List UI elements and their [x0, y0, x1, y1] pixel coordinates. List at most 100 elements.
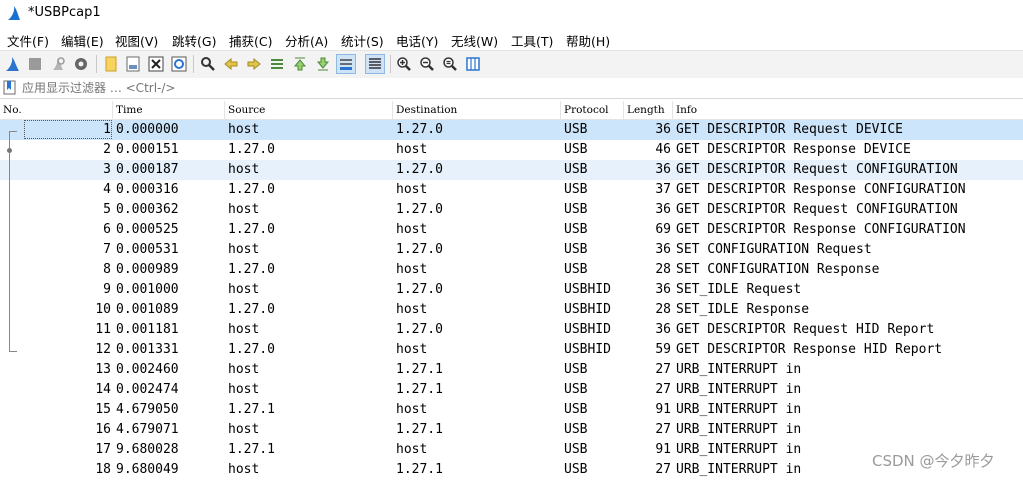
column-header-info[interactable]: Info: [673, 101, 1023, 119]
restart-icon: [53, 57, 65, 70]
column-header-destination[interactable]: Destination: [393, 101, 561, 119]
go-back-icon: [224, 57, 238, 71]
packet-length: 36: [655, 282, 671, 297]
resize-columns-icon: [466, 57, 480, 71]
colorize-button[interactable]: [365, 54, 385, 74]
menu-statistics[interactable]: 统计(S): [341, 31, 384, 50]
packet-number: 4: [103, 182, 111, 197]
restart-capture-button[interactable]: [48, 54, 68, 74]
packet-info: URB_INTERRUPT in: [676, 422, 802, 437]
packet-source: host: [228, 162, 260, 177]
menu-edit[interactable]: 编辑(E): [61, 31, 104, 50]
column-header-protocol[interactable]: Protocol: [561, 101, 624, 119]
packet-row[interactable]: 14 0.002474 host 1.27.1 USB 27 URB_INTERRUPT i…: [0, 380, 1023, 400]
packet-destination: 1.27.0: [396, 282, 443, 297]
packet-number: 9: [103, 282, 111, 297]
go-to-packet-button[interactable]: [267, 54, 287, 74]
go-first-icon: [293, 57, 307, 71]
menu-analyze[interactable]: 分析(A): [285, 31, 328, 50]
menu-view[interactable]: 视图(V): [115, 31, 158, 50]
packet-row[interactable]: 1 0.000000 host 1.27.0 USB 36 GET DESCRIPTOR R…: [0, 120, 1023, 140]
packet-row[interactable]: 3 0.000187 host 1.27.0 USB 36 GET DESCRIPTOR R…: [0, 160, 1023, 180]
packet-row[interactable]: 13 0.002460 host 1.27.1 USB 27 URB_INTERRUPT i…: [0, 360, 1023, 380]
packet-info: GET DESCRIPTOR Request HID Report: [676, 322, 935, 337]
packet-length: 36: [655, 122, 671, 137]
conversation-bracket: [9, 131, 10, 352]
packet-row[interactable]: 18 9.680049 host 1.27.1 USB 27 URB_INTERRUPT i…: [0, 460, 1023, 480]
packet-protocol: USB: [564, 362, 588, 377]
zoom-out-icon: [420, 57, 434, 71]
filter-bookmark-icon[interactable]: [3, 80, 16, 95]
menu-telephony[interactable]: 电话(Y): [396, 31, 438, 50]
stop-capture-button[interactable]: [25, 54, 45, 74]
window-title: *USBPcap1: [28, 5, 101, 20]
column-header-no[interactable]: No.: [0, 101, 113, 119]
zoom-normal-button[interactable]: [440, 54, 460, 74]
packet-source: host: [228, 322, 260, 337]
packet-protocol: USB: [564, 122, 588, 137]
packet-info: URB_INTERRUPT in: [676, 362, 802, 377]
packet-source: 1.27.1: [228, 442, 275, 457]
column-header-time[interactable]: Time: [113, 101, 225, 119]
start-capture-button[interactable]: [3, 54, 23, 74]
packet-row[interactable]: 7 0.000531 host 1.27.0 USB 36 SET CONFIGURATIO…: [0, 240, 1023, 260]
packet-row[interactable]: 12 0.001331 1.27.0 host USBHID 59 GET DESCRIPT…: [0, 340, 1023, 360]
packet-row[interactable]: 10 0.001089 1.27.0 host USBHID 28 SET_IDLE Res…: [0, 300, 1023, 320]
packet-row[interactable]: 5 0.000362 host 1.27.0 USB 36 GET DESCRIPTOR R…: [0, 200, 1023, 220]
close-file-button[interactable]: [146, 54, 166, 74]
menu-capture[interactable]: 捕获(C): [229, 31, 272, 50]
packet-row[interactable]: 2 0.000151 1.27.0 host USB 46 GET DESCRIPTOR R…: [0, 140, 1023, 160]
packet-source: host: [228, 242, 260, 257]
packet-destination: host: [396, 302, 428, 317]
open-file-button[interactable]: [101, 54, 121, 74]
go-forward-button[interactable]: [244, 54, 264, 74]
packet-row[interactable]: 16 4.679071 host 1.27.1 USB 27 URB_INTERRUPT i…: [0, 420, 1023, 440]
packet-row[interactable]: 11 0.001181 host 1.27.0 USBHID 36 GET DESCRIPT…: [0, 320, 1023, 340]
packet-row[interactable]: 17 9.680028 1.27.1 host USB 91 URB_INTERRUPT i…: [0, 440, 1023, 460]
packet-number: 3: [103, 162, 111, 177]
packet-source: 1.27.1: [228, 402, 275, 417]
packet-source: host: [228, 282, 260, 297]
display-filter-input[interactable]: [18, 78, 1018, 97]
go-last-packet-button[interactable]: [313, 54, 333, 74]
packet-time: 0.002460: [116, 362, 179, 377]
packet-time: 0.000531: [116, 242, 179, 257]
packet-destination: 1.27.0: [396, 322, 443, 337]
conversation-bracket-bottom: [9, 351, 17, 352]
column-header-source[interactable]: Source: [225, 101, 393, 119]
packet-number: 12: [95, 342, 111, 357]
packet-row[interactable]: 4 0.000316 1.27.0 host USB 37 GET DESCRIPTOR R…: [0, 180, 1023, 200]
capture-options-button[interactable]: [71, 54, 91, 74]
packet-protocol: USB: [564, 162, 588, 177]
reload-file-button[interactable]: [169, 54, 189, 74]
packet-source: host: [228, 382, 260, 397]
menu-file[interactable]: 文件(F): [7, 31, 49, 50]
resize-columns-button[interactable]: [463, 54, 483, 74]
menu-help[interactable]: 帮助(H): [566, 31, 610, 50]
menu-go[interactable]: 跳转(G): [172, 31, 216, 50]
packet-row[interactable]: 9 0.001000 host 1.27.0 USBHID 36 SET_IDLE Requ…: [0, 280, 1023, 300]
menu-wireless[interactable]: 无线(W): [451, 31, 498, 50]
packet-row[interactable]: 8 0.000989 1.27.0 host USB 28 SET CONFIGURATIO…: [0, 260, 1023, 280]
zoom-in-button[interactable]: [394, 54, 414, 74]
save-file-button[interactable]: [123, 54, 143, 74]
column-header-length[interactable]: Length: [624, 101, 673, 119]
packet-source: 1.27.0: [228, 262, 275, 277]
packet-protocol: USB: [564, 262, 588, 277]
packet-row[interactable]: 6 0.000525 1.27.0 host USB 69 GET DESCRIPTOR R…: [0, 220, 1023, 240]
packet-info: URB_INTERRUPT in: [676, 382, 802, 397]
packet-info: GET DESCRIPTOR Response CONFIGURATION: [676, 182, 966, 197]
packet-info: SET CONFIGURATION Request: [676, 242, 872, 257]
packet-destination: 1.27.1: [396, 362, 443, 377]
packet-destination: host: [396, 182, 428, 197]
go-back-button[interactable]: [221, 54, 241, 74]
packet-time: 0.000525: [116, 222, 179, 237]
zoom-out-button[interactable]: [417, 54, 437, 74]
go-first-packet-button[interactable]: [290, 54, 310, 74]
menu-tools[interactable]: 工具(T): [511, 31, 553, 50]
packet-row[interactable]: 15 4.679050 1.27.1 host USB 91 URB_INTERRUPT i…: [0, 400, 1023, 420]
packet-info: GET DESCRIPTOR Response DEVICE: [676, 142, 911, 157]
autoscroll-button[interactable]: [336, 54, 356, 74]
packet-number: 16: [95, 422, 111, 437]
find-packet-button[interactable]: [198, 54, 218, 74]
